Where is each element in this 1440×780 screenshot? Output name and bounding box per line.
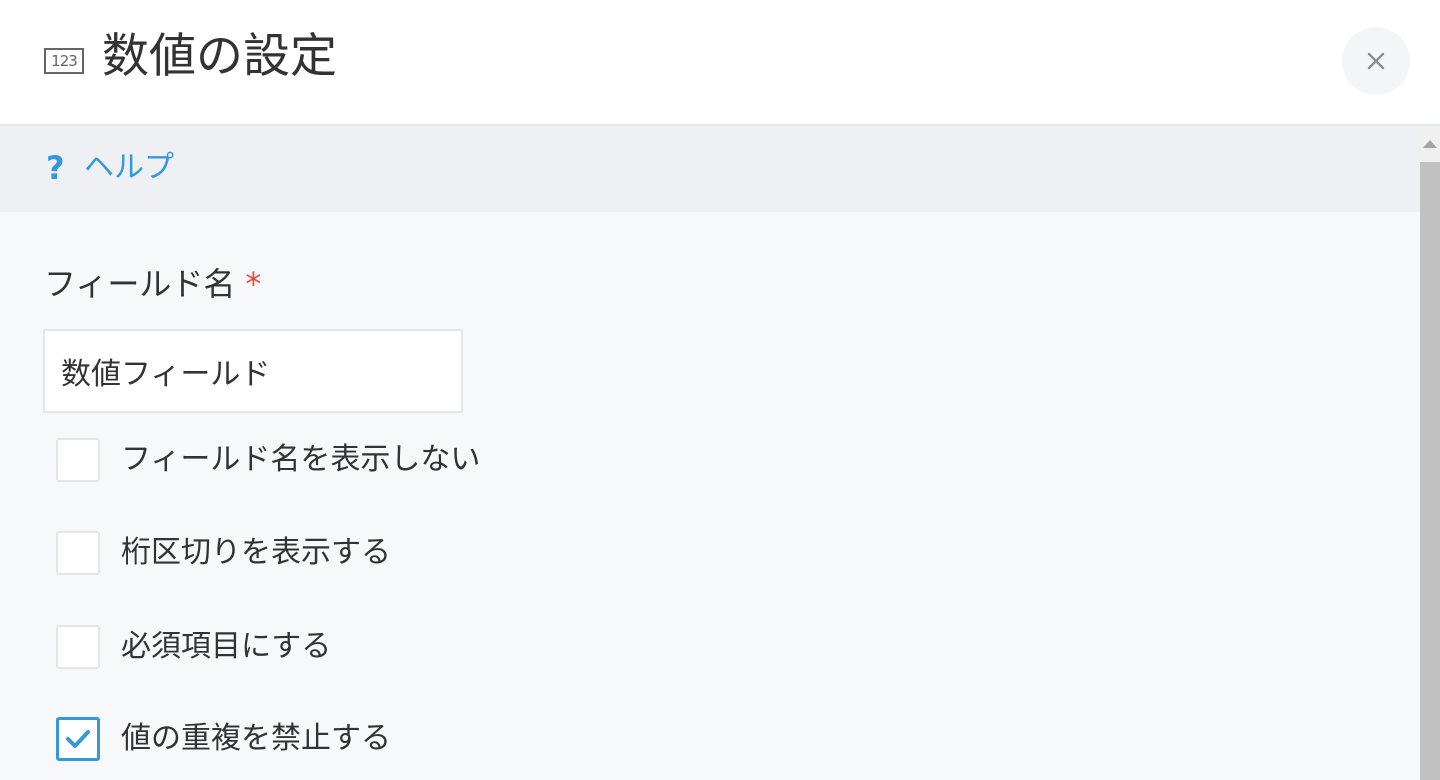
hide-field-name-label: フィールド名を表示しない <box>121 442 481 477</box>
field-name-input[interactable] <box>43 329 463 413</box>
option-prohibit-duplicates[interactable]: 値の重複を禁止する <box>56 717 391 761</box>
required-checkbox[interactable] <box>56 625 100 669</box>
scroll-up-arrow-icon[interactable] <box>1420 126 1440 162</box>
vertical-scrollbar[interactable] <box>1420 126 1440 780</box>
option-required[interactable]: 必須項目にする <box>56 625 331 669</box>
close-icon <box>1367 52 1385 70</box>
settings-content: フィールド名* フィールド名を表示しない 桁区切りを表示する 必須項目にする 値… <box>0 212 1420 780</box>
dialog-title: 数値の設定 <box>102 29 337 84</box>
option-digit-separator[interactable]: 桁区切りを表示する <box>56 531 391 575</box>
prohibit-duplicates-label: 値の重複を禁止する <box>121 721 391 756</box>
digit-separator-checkbox[interactable] <box>56 531 100 575</box>
help-label: ヘルプ <box>84 150 174 185</box>
close-button[interactable] <box>1342 27 1410 95</box>
number-settings-dialog: 123 数値の設定 ? ヘルプ フィールド名* フィールド名を表示しない 桁区切… <box>0 0 1440 780</box>
field-name-label: フィールド名 * <box>44 264 261 304</box>
required-mark: * <box>245 265 262 303</box>
dialog-header: 123 数値の設定 <box>0 0 1440 126</box>
question-mark-icon: ? <box>46 149 65 187</box>
help-bar: ? ヘルプ <box>0 126 1420 212</box>
digit-separator-label: 桁区切りを表示する <box>121 535 391 570</box>
field-name-label-text: フィールド名 <box>44 265 236 303</box>
scrollbar-thumb[interactable] <box>1420 162 1440 780</box>
help-link[interactable]: ? ヘルプ <box>46 148 174 188</box>
hide-field-name-checkbox[interactable] <box>56 438 100 482</box>
checkmark-icon <box>66 730 90 748</box>
number-field-icon-text: 123 <box>51 51 78 70</box>
prohibit-duplicates-checkbox[interactable] <box>56 717 100 761</box>
number-field-icon: 123 <box>44 48 84 74</box>
option-hide-field-name[interactable]: フィールド名を表示しない <box>56 438 480 482</box>
required-label: 必須項目にする <box>121 629 332 664</box>
